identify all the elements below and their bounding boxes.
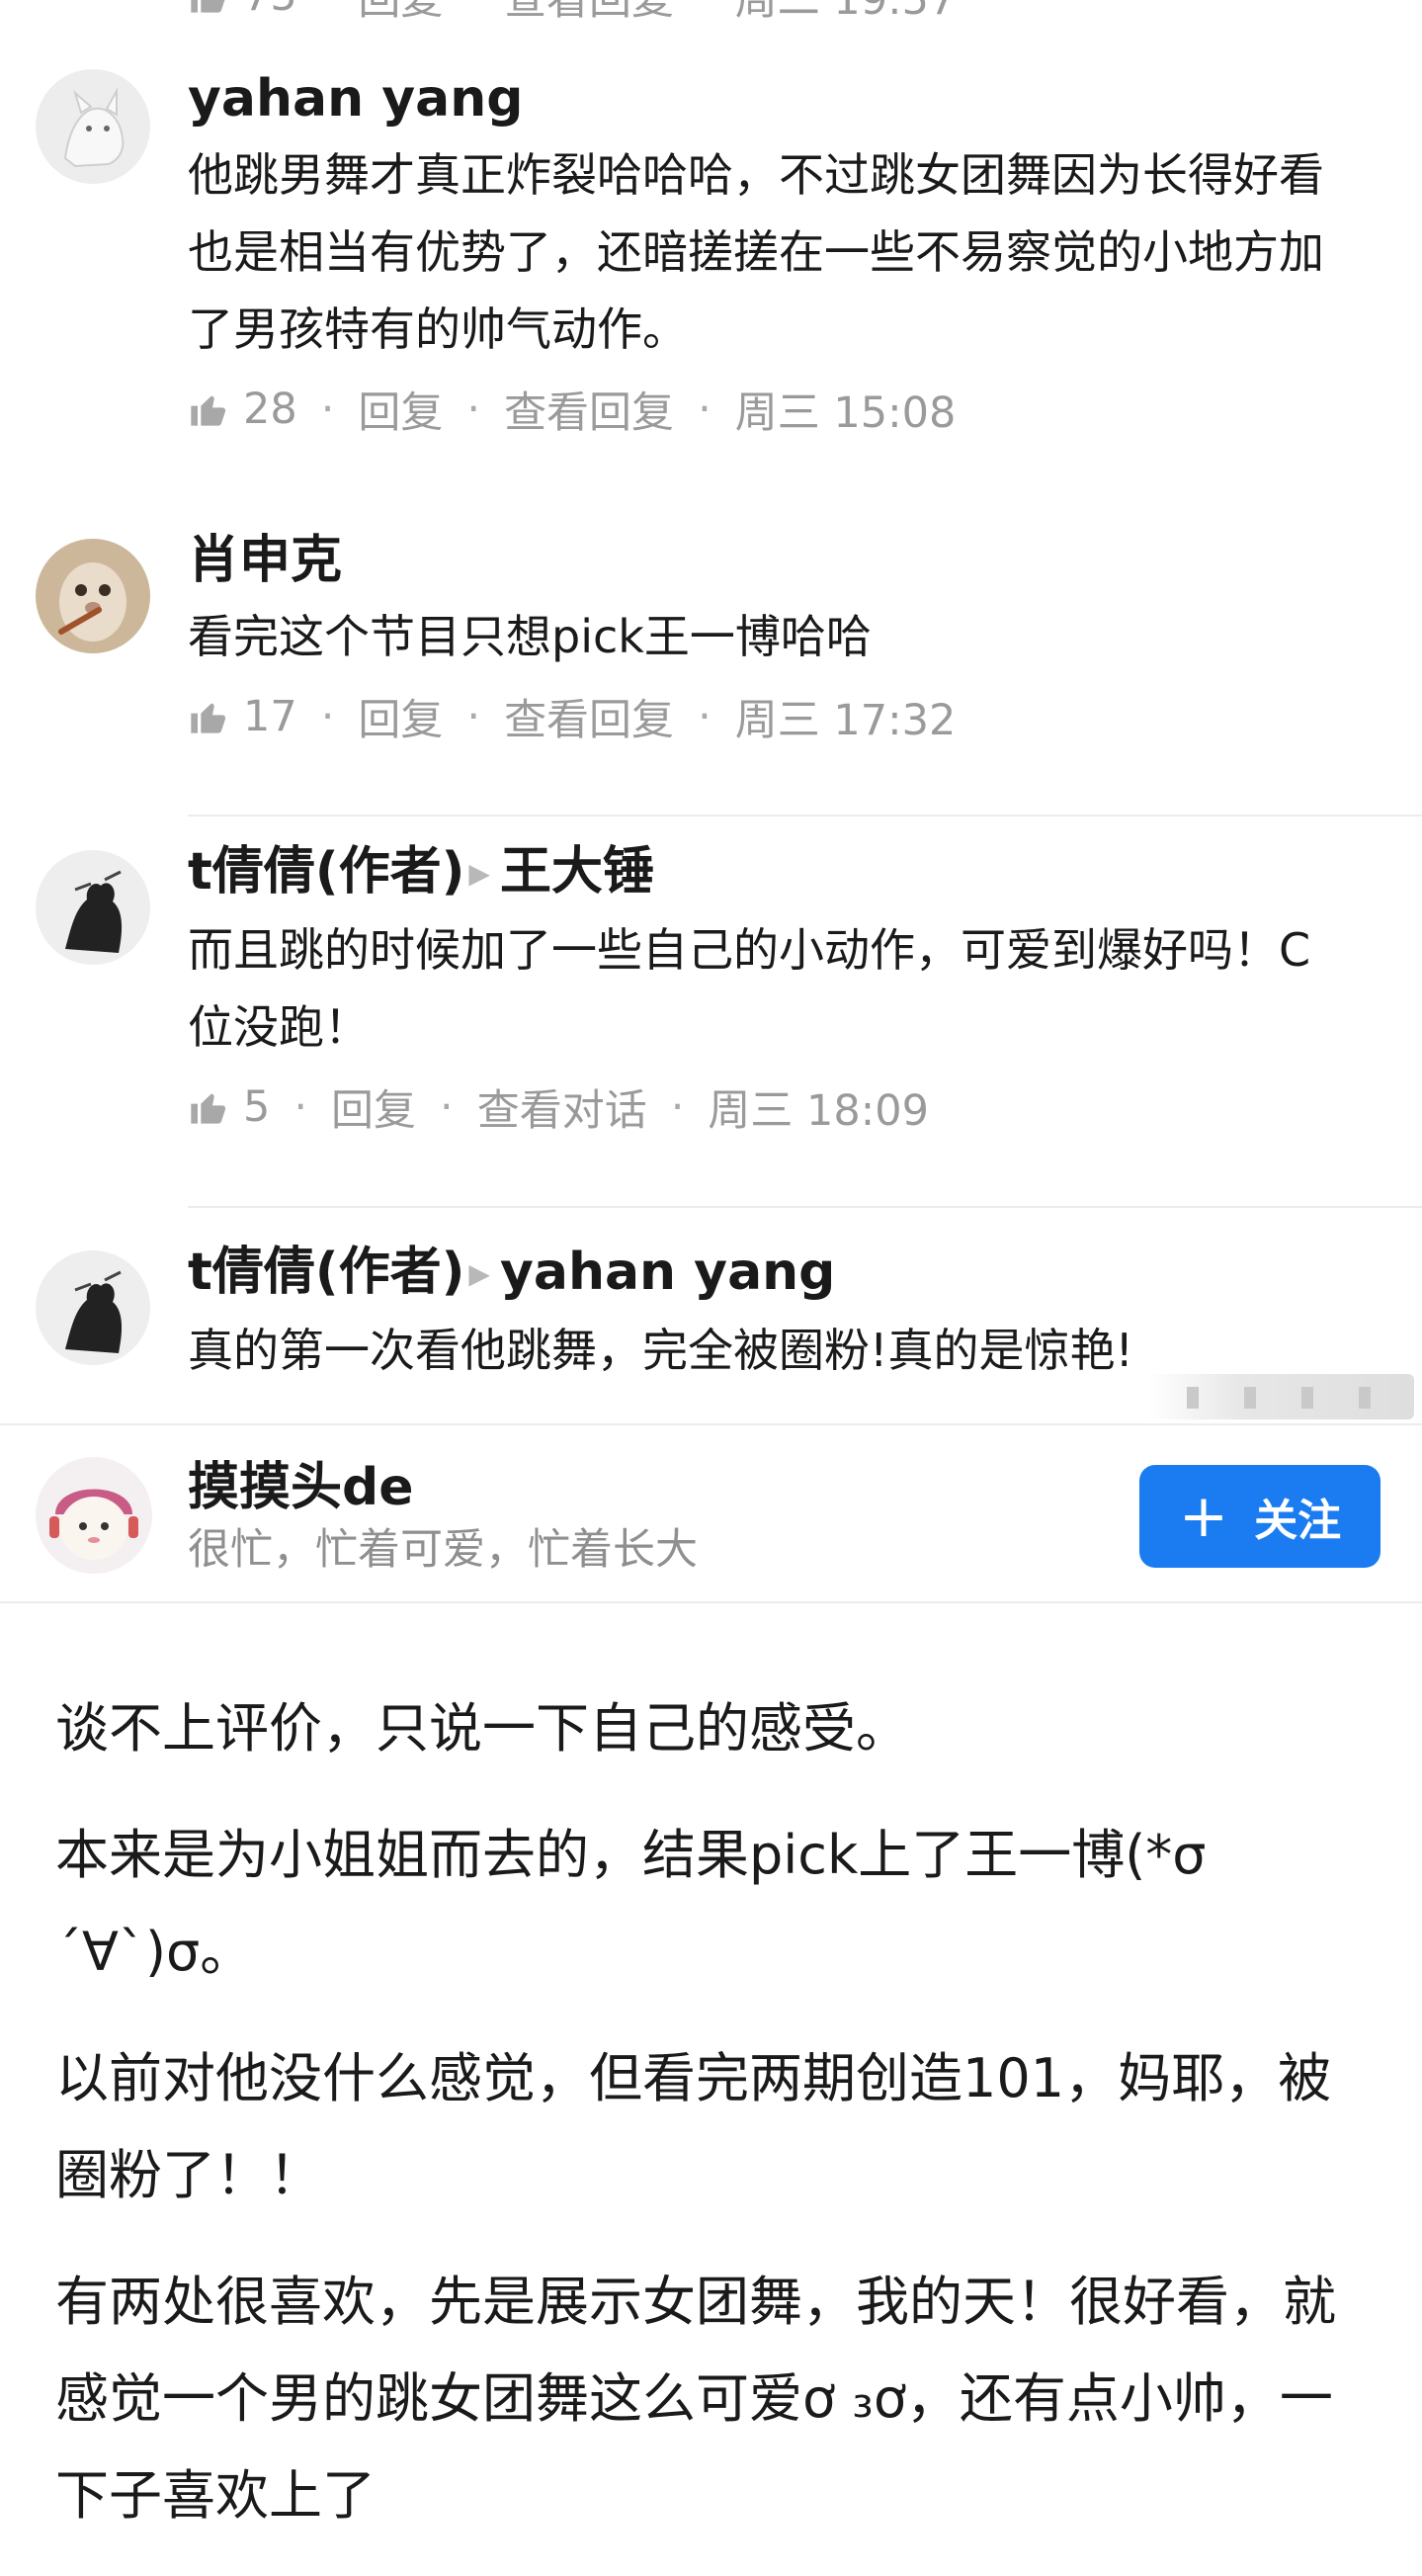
comment-username[interactable]: t倩倩 bbox=[188, 842, 315, 902]
comment-time: 周二 19:57 bbox=[735, 0, 957, 22]
article-paragraph: 本来是为小姐姐而去的，结果pick上了王一博(*σ´∀`)σ。 bbox=[55, 1824, 1207, 1983]
more-comments-fade[interactable] bbox=[1147, 1374, 1414, 1419]
follow-label: 关注 bbox=[1254, 1496, 1342, 1546]
article-body: 谈不上评价，只说一下自己的感受。 本来是为小姐姐而去的，结果pick上了王一博(… bbox=[55, 1680, 1370, 2574]
like-button[interactable]: 5 bbox=[188, 1082, 270, 1132]
reply-to-username[interactable]: 王大锤 bbox=[500, 842, 654, 902]
reply-button[interactable]: 回复 bbox=[331, 1076, 416, 1138]
view-replies-link[interactable]: 查看回复 bbox=[504, 379, 674, 440]
avatar[interactable] bbox=[36, 69, 150, 184]
thumbs-up-icon bbox=[191, 0, 225, 13]
comment-username[interactable]: yahan yang bbox=[188, 67, 1354, 130]
top-partial-meta: 75 · 回复 · 查看回复 · 周二 19:57 bbox=[0, 0, 1422, 22]
comment-username-line: t倩倩(作者) ▶ yahan yang bbox=[188, 1241, 1354, 1306]
author-name[interactable]: 摸摸头de bbox=[188, 1455, 414, 1520]
comment-username-line: t倩倩(作者) ▶ 王大锤 bbox=[188, 840, 1354, 905]
article-paragraph: 谈不上评价，只说一下自己的感受。 bbox=[55, 1697, 909, 1760]
comment-time: 周三 18:09 bbox=[708, 1086, 929, 1136]
author-tag: (作者) bbox=[314, 1243, 465, 1302]
reply-arrow-icon: ▶ bbox=[468, 1257, 490, 1290]
comment-text: 而且跳的时候加了一些自己的小动作，可爱到爆好吗！C位没跑！ bbox=[188, 923, 1311, 1054]
reply-to-username[interactable]: yahan yang bbox=[500, 1243, 835, 1302]
article-paragraph: 以前对他没什么感觉，但看完两期创造101，妈耶，被圈粉了！！ bbox=[55, 2047, 1332, 2206]
plus-icon: + bbox=[1178, 1482, 1229, 1551]
view-replies-link[interactable]: 查看回复 bbox=[504, 0, 674, 22]
like-count: 5 bbox=[243, 1082, 271, 1132]
comment-meta: 75 · 回复 · 查看回复 · 周二 19:57 bbox=[188, 0, 956, 22]
thumbs-up-icon bbox=[191, 395, 226, 426]
article-paragraph: 有两处很喜欢，先是展示女团舞，我的天！很好看，就感觉一个男的跳女团舞这么可爱ơ … bbox=[55, 2271, 1336, 2527]
author-avatar[interactable] bbox=[36, 1457, 152, 1574]
thumbs-up-icon bbox=[191, 1093, 226, 1124]
comment-meta: 5 · 回复 · 查看对话 · 周三 18:09 bbox=[188, 1077, 1354, 1137]
reply-button[interactable]: 回复 bbox=[358, 0, 443, 22]
view-replies-link[interactable]: 查看回复 bbox=[504, 686, 674, 747]
like-count: 28 bbox=[243, 385, 297, 434]
reply-button[interactable]: 回复 bbox=[358, 379, 443, 440]
divider bbox=[188, 1206, 1422, 1208]
like-count: 17 bbox=[243, 692, 297, 741]
like-button[interactable]: 75 bbox=[188, 0, 297, 21]
reply-arrow-icon: ▶ bbox=[468, 857, 490, 890]
reply-button[interactable]: 回复 bbox=[358, 686, 443, 747]
view-conversation-link[interactable]: 查看对话 bbox=[477, 1076, 647, 1138]
comment-time: 周三 15:08 bbox=[734, 388, 957, 438]
comment-username[interactable]: 肖申克 bbox=[188, 529, 1354, 592]
author-bar: 摸摸头de 很忙，忙着可爱，忙着长大 + 关注 bbox=[0, 1423, 1422, 1603]
comment-time: 周三 17:32 bbox=[734, 696, 957, 745]
comment-username[interactable]: t倩倩 bbox=[188, 1243, 315, 1302]
avatar[interactable] bbox=[36, 1250, 150, 1365]
like-button[interactable]: 17 bbox=[188, 692, 297, 741]
comment-meta: 17 · 回复 · 查看回复 · 周三 17:32 bbox=[188, 687, 1354, 746]
divider bbox=[188, 815, 1422, 816]
author-bio: 很忙，忙着可爱，忙着长大 bbox=[188, 1525, 698, 1575]
avatar[interactable] bbox=[36, 539, 150, 653]
comment-text: 看完这个节目只想pick王一博哈哈 bbox=[188, 610, 872, 663]
comment-meta: 28 · 回复 · 查看回复 · 周三 15:08 bbox=[188, 380, 1354, 439]
thumbs-up-icon bbox=[191, 703, 226, 733]
avatar[interactable] bbox=[36, 850, 150, 965]
like-button[interactable]: 28 bbox=[188, 385, 297, 434]
author-tag: (作者) bbox=[314, 842, 465, 902]
comment-text: 他跳男舞才真正炸裂哈哈哈，不过跳女团舞因为长得好看也是相当有优势了，还暗搓搓在一… bbox=[188, 148, 1324, 356]
follow-button[interactable]: + 关注 bbox=[1139, 1465, 1380, 1568]
